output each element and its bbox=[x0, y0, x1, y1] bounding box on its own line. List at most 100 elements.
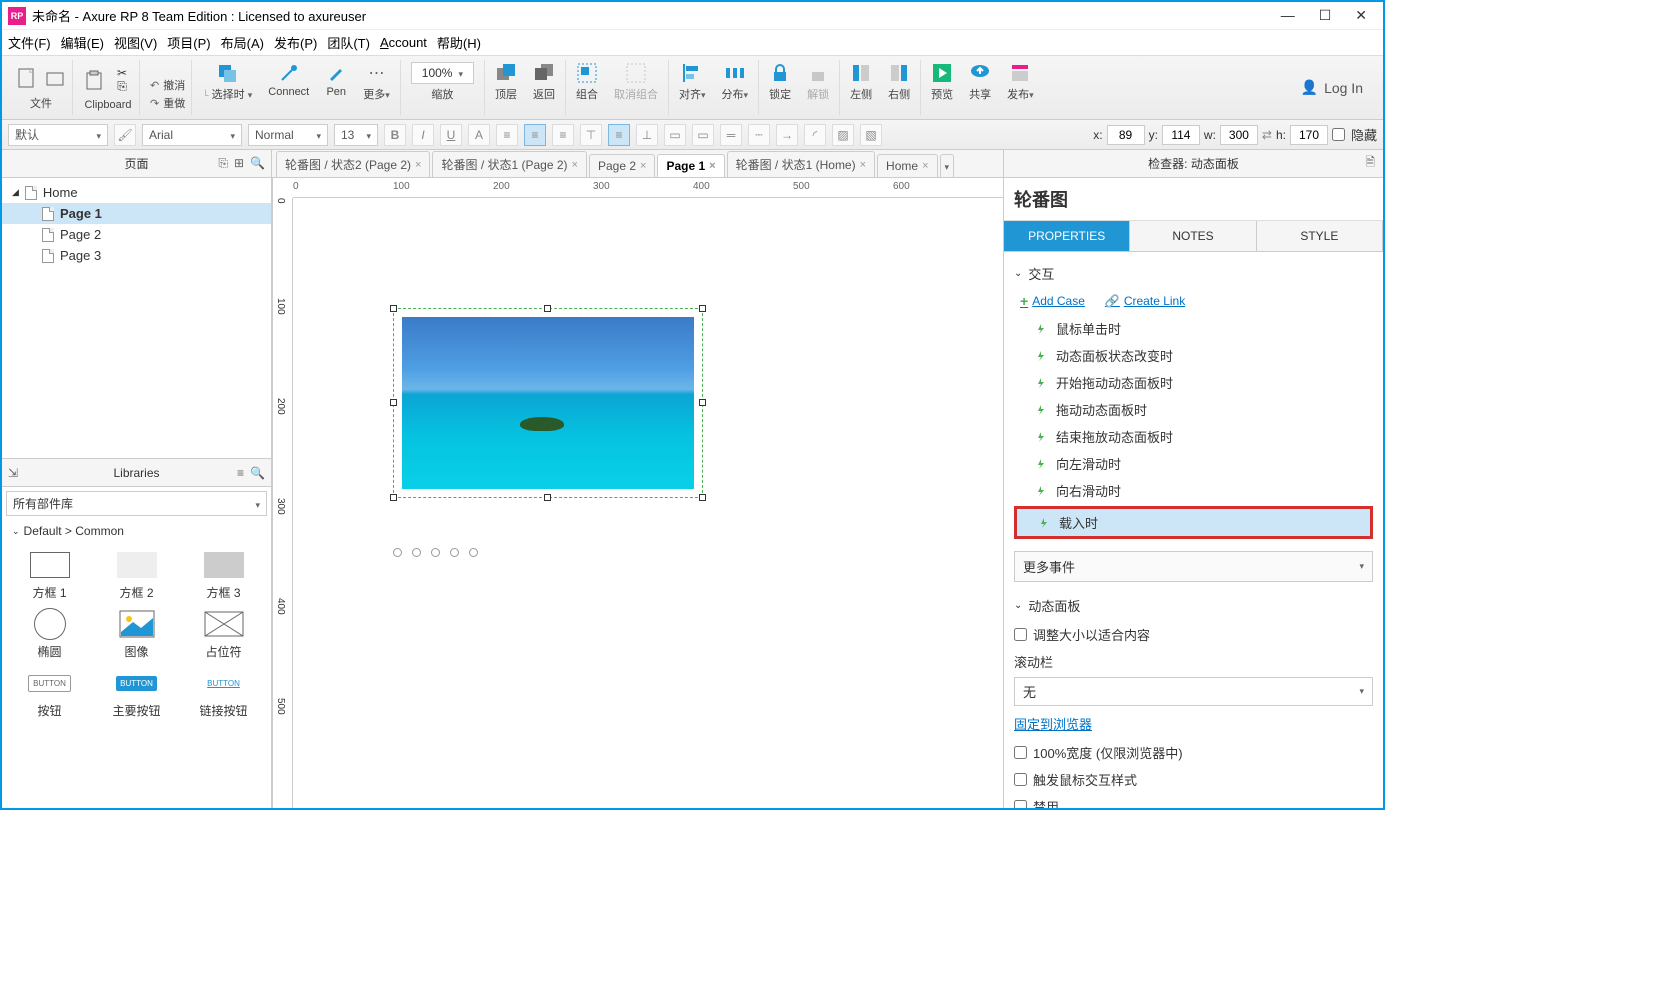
weight-select[interactable]: Normal bbox=[248, 124, 328, 146]
widget-box1[interactable]: 方框 1 bbox=[10, 550, 89, 601]
connect-icon[interactable] bbox=[278, 62, 300, 84]
dot[interactable] bbox=[412, 548, 421, 557]
tab-style[interactable]: STYLE bbox=[1257, 221, 1383, 251]
tab-home[interactable]: Home× bbox=[877, 154, 937, 177]
menu-account[interactable]: Account bbox=[380, 35, 427, 50]
pin-browser-link[interactable]: 固定到浏览器 bbox=[1004, 708, 1383, 739]
dot[interactable] bbox=[469, 548, 478, 557]
menu-file[interactable]: 文件(F) bbox=[8, 33, 51, 52]
event-swipeleft[interactable]: 向左滑动时 bbox=[1004, 450, 1383, 477]
w-input[interactable] bbox=[1220, 125, 1258, 145]
zoom-select[interactable]: 100% bbox=[411, 62, 474, 84]
widget-ellipse[interactable]: 椭圆 bbox=[10, 609, 89, 660]
dock-left-icon[interactable] bbox=[850, 62, 872, 84]
close-button[interactable]: ✕ bbox=[1355, 7, 1367, 24]
tab-page1[interactable]: Page 1× bbox=[657, 154, 724, 177]
add-folder-icon[interactable]: ⊞ bbox=[234, 156, 244, 171]
disable-checkbox[interactable]: 禁用 bbox=[1004, 793, 1383, 808]
library-select[interactable]: 所有部件库 bbox=[6, 491, 267, 516]
event-dragdrop[interactable]: 结束拖放动态面板时 bbox=[1004, 423, 1383, 450]
paste-icon[interactable] bbox=[83, 69, 105, 91]
menu-publish[interactable]: 发布(P) bbox=[274, 33, 317, 52]
event-onload[interactable]: 载入时 bbox=[1017, 509, 1370, 536]
group-icon[interactable] bbox=[576, 62, 598, 84]
size-select[interactable]: 13 bbox=[334, 124, 378, 146]
send-back-icon[interactable] bbox=[533, 62, 555, 84]
tab-state2-page2[interactable]: 轮番图 / 状态2 (Page 2)× bbox=[276, 151, 430, 177]
underline-button[interactable]: U bbox=[440, 124, 462, 146]
share-icon[interactable] bbox=[969, 62, 991, 84]
line-style-button[interactable]: ┄ bbox=[748, 124, 770, 146]
menu-arrange[interactable]: 布局(A) bbox=[221, 33, 264, 52]
menu-view[interactable]: 视图(V) bbox=[114, 33, 157, 52]
widget-placeholder[interactable]: 占位符 bbox=[184, 609, 263, 660]
tab-close-icon[interactable]: × bbox=[922, 160, 928, 172]
tab-close-icon[interactable]: × bbox=[860, 159, 866, 171]
corner-button[interactable]: ◜ bbox=[804, 124, 826, 146]
lock-icon[interactable] bbox=[769, 62, 791, 84]
more-icon[interactable]: ⋯ bbox=[366, 62, 388, 84]
preview-icon[interactable] bbox=[931, 62, 953, 84]
dot[interactable] bbox=[450, 548, 459, 557]
event-panelstatechange[interactable]: 动态面板状态改变时 bbox=[1004, 342, 1383, 369]
tab-page2[interactable]: Page 2× bbox=[589, 154, 655, 177]
align-left-button[interactable]: ≡ bbox=[496, 124, 518, 146]
widget-box2[interactable]: 方框 2 bbox=[97, 550, 176, 601]
widget-name[interactable]: 轮番图 bbox=[1004, 178, 1383, 221]
event-onclick[interactable]: 鼠标单击时 bbox=[1004, 315, 1383, 342]
redo-button[interactable]: ↷重做 bbox=[150, 95, 185, 111]
event-dragstart[interactable]: 开始拖动动态面板时 bbox=[1004, 369, 1383, 396]
tab-state1-home[interactable]: 轮番图 / 状态1 (Home)× bbox=[727, 151, 875, 177]
resize-handle-nw[interactable] bbox=[390, 305, 397, 312]
style-select[interactable]: 默认 bbox=[8, 124, 108, 146]
copy-icon[interactable]: ⎘ bbox=[111, 81, 133, 93]
align-icon[interactable] bbox=[681, 62, 703, 84]
dot[interactable] bbox=[431, 548, 440, 557]
dynamic-panel-widget[interactable] bbox=[393, 308, 703, 498]
unlock-icon[interactable] bbox=[807, 62, 829, 84]
login-button[interactable]: 👤 Log In bbox=[1289, 60, 1375, 115]
arrow-button[interactable]: → bbox=[776, 124, 798, 146]
tab-close-icon[interactable]: × bbox=[709, 160, 715, 172]
library-category[interactable]: ⌄Default > Common bbox=[2, 520, 271, 542]
tab-notes[interactable]: NOTES bbox=[1130, 221, 1256, 251]
h-input[interactable] bbox=[1290, 125, 1328, 145]
new-file-icon[interactable] bbox=[16, 67, 38, 89]
widget-box3[interactable]: 方框 3 bbox=[184, 550, 263, 601]
pen-icon[interactable] bbox=[325, 62, 347, 84]
font-select[interactable]: Arial bbox=[142, 124, 242, 146]
resize-handle-w[interactable] bbox=[390, 399, 397, 406]
widget-image[interactable]: 图像 bbox=[97, 609, 176, 660]
resize-handle-e[interactable] bbox=[699, 399, 706, 406]
dynpanel-section[interactable]: ⌄动态面板 bbox=[1004, 590, 1383, 621]
resize-handle-sw[interactable] bbox=[390, 494, 397, 501]
inspector-note-icon[interactable]: 🗎 bbox=[1365, 153, 1375, 174]
valign-middle-button[interactable]: ≡ bbox=[608, 124, 630, 146]
dock-right-icon[interactable] bbox=[888, 62, 910, 84]
hidden-checkbox[interactable] bbox=[1332, 128, 1345, 141]
fill-color-button[interactable]: ▭ bbox=[664, 124, 686, 146]
trigger-hover-checkbox[interactable]: 触发鼠标交互样式 bbox=[1004, 766, 1383, 793]
maximize-button[interactable]: ☐ bbox=[1319, 7, 1332, 24]
tree-item-page2[interactable]: Page 2 bbox=[2, 224, 271, 245]
lib-menu-icon[interactable]: ≡ bbox=[237, 466, 244, 480]
event-drag[interactable]: 拖动动态面板时 bbox=[1004, 396, 1383, 423]
undo-button[interactable]: ↶撤消 bbox=[150, 77, 185, 93]
cut-icon[interactable]: ✂ bbox=[111, 67, 133, 79]
create-link-button[interactable]: 🔗Create Link bbox=[1105, 294, 1185, 308]
lock-aspect-icon[interactable]: ⇄ bbox=[1262, 128, 1272, 142]
line-color-button[interactable]: ▭ bbox=[692, 124, 714, 146]
tab-overflow-button[interactable] bbox=[940, 154, 955, 177]
tab-state1-page2[interactable]: 轮番图 / 状态1 (Page 2)× bbox=[432, 151, 586, 177]
event-swiperight[interactable]: 向右滑动时 bbox=[1004, 477, 1383, 504]
add-page-icon[interactable]: ⎘ bbox=[218, 156, 228, 171]
tab-close-icon[interactable]: × bbox=[415, 159, 421, 171]
full-width-checkbox[interactable]: 100%宽度 (仅限浏览器中) bbox=[1004, 739, 1383, 766]
shadow-outer-button[interactable]: ▨ bbox=[832, 124, 854, 146]
tree-item-page1[interactable]: Page 1 bbox=[2, 203, 271, 224]
more-events-select[interactable]: 更多事件 bbox=[1014, 551, 1373, 582]
fit-content-checkbox[interactable]: 调整大小以适合内容 bbox=[1004, 621, 1383, 648]
minimize-button[interactable]: — bbox=[1281, 7, 1295, 24]
tree-item-page3[interactable]: Page 3 bbox=[2, 245, 271, 266]
italic-button[interactable]: I bbox=[412, 124, 434, 146]
